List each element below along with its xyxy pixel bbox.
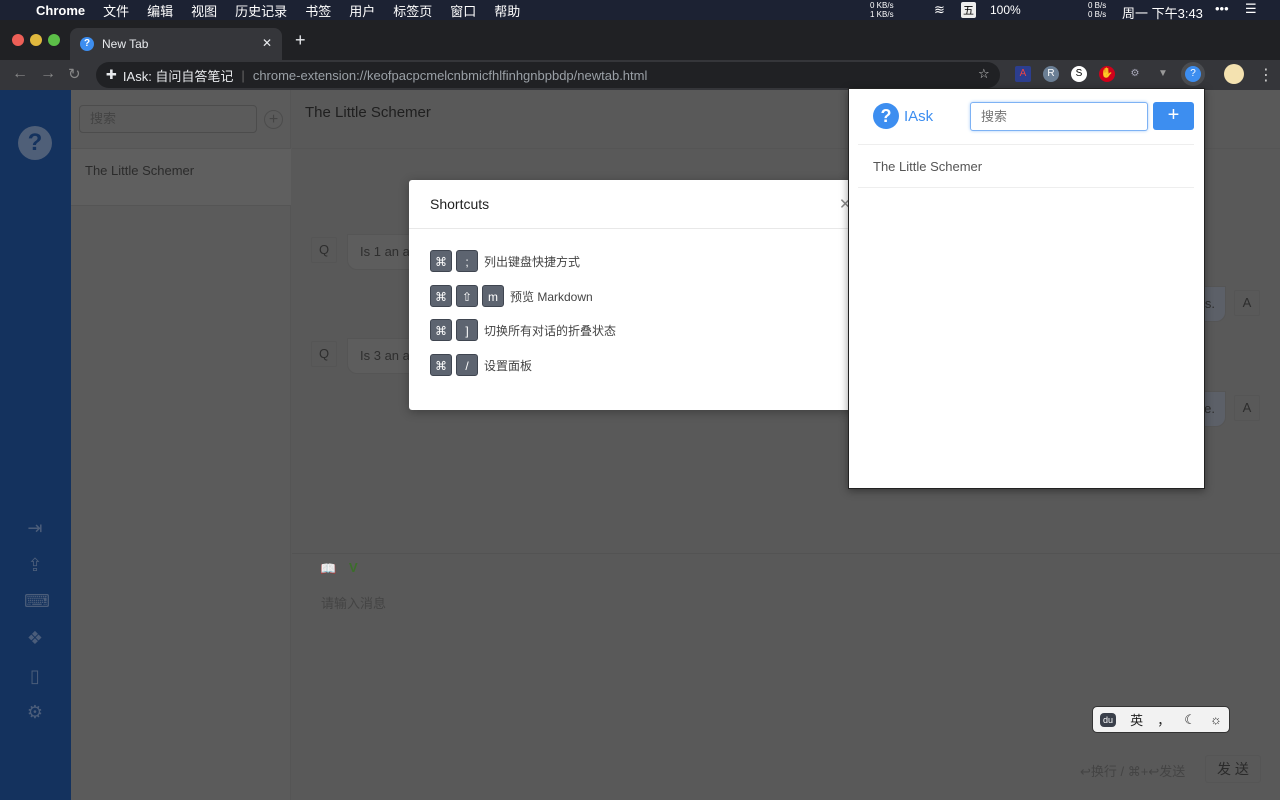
page-title: The Little Schemer <box>305 104 431 121</box>
answer-badge: A <box>1234 395 1260 421</box>
extension-r-icon[interactable]: R <box>1043 66 1059 82</box>
shortcut-row: ⌘ / 设置面板 <box>430 354 532 376</box>
menu-window[interactable]: 窗口 <box>450 1 476 20</box>
iask-favicon-icon: ? <box>80 37 94 51</box>
menu-history[interactable]: 历史记录 <box>235 1 287 20</box>
markdown-file-icon[interactable]: ▯ <box>24 666 46 688</box>
dropbox-icon[interactable]: ❖ <box>24 628 46 650</box>
vim-icon[interactable]: V <box>349 560 358 575</box>
keyboard-icon[interactable]: ⌨ <box>24 591 50 613</box>
menu-file[interactable]: 文件 <box>103 1 129 20</box>
menu-bookmarks[interactable]: 书签 <box>305 1 331 20</box>
ime-language-toggle[interactable]: 英 <box>1130 710 1143 729</box>
notification-center-icon[interactable]: ☰ <box>1245 1 1257 17</box>
extension-s-icon[interactable]: S <box>1071 66 1087 82</box>
close-tab-icon[interactable]: ✕ <box>262 36 272 50</box>
disk-speed: 0 B/s 0 B/s <box>1088 1 1107 19</box>
net-speed: 0 KB/s 1 KB/s <box>870 1 894 19</box>
extension-a-icon[interactable]: A <box>1015 66 1031 82</box>
ime-settings-icon[interactable]: ☼ <box>1210 712 1222 727</box>
extension-v-icon[interactable]: ▼ <box>1155 66 1171 82</box>
menu-edit[interactable]: 编辑 <box>147 1 173 20</box>
logout-icon[interactable]: ⇥ <box>24 518 46 540</box>
popup-search-input[interactable] <box>970 102 1148 131</box>
reload-icon[interactable]: ↻ <box>68 65 81 83</box>
extension-gear-icon[interactable]: ⚙ <box>1127 66 1143 82</box>
menu-user[interactable]: 用户 <box>349 1 375 20</box>
browser-toolbar: ← → ↻ ✚ IAsk: 自问自答笔记 | chrome-extension:… <box>0 60 1280 90</box>
tab-title: New Tab <box>102 37 149 51</box>
shortcut-row: ⌘; 列出键盘快捷方式 <box>430 250 580 272</box>
macos-menubar: Chrome 文件 编辑 视图 历史记录 书签 用户 标签页 窗口 帮助 0 K… <box>0 0 1280 21</box>
wifi-icon[interactable]: ≋ <box>934 2 945 18</box>
back-icon[interactable]: ← <box>12 65 28 83</box>
menu-help[interactable]: 帮助 <box>494 1 520 20</box>
extension-popup: ? IAsk + The Little Schemer <box>848 88 1205 489</box>
url-text: chrome-extension://keofpacpcmelcnbmicfhl… <box>252 67 648 83</box>
menu-tabs[interactable]: 标签页 <box>393 1 432 20</box>
ime-night-mode-icon[interactable]: ☾ <box>1184 712 1196 728</box>
bookmark-star-icon[interactable]: ☆ <box>978 66 990 82</box>
question-badge: Q <box>311 237 337 263</box>
new-tab-button[interactable]: + <box>295 30 306 51</box>
notebook-list-panel: 搜索 + The Little Schemer <box>71 90 291 800</box>
iask-logo-icon: ? <box>18 126 52 160</box>
site-label: IAsk: 自问自答笔记 <box>122 68 234 84</box>
iask-logo-icon: ? <box>873 103 899 129</box>
battery-percent[interactable]: 100% <box>990 3 1021 17</box>
tab-new-tab[interactable]: ? New Tab ✕ <box>70 28 282 60</box>
ime-toolbar: du 英 ， ☾ ☼ <box>1092 706 1230 733</box>
list-search-input[interactable]: 搜索 <box>79 105 257 133</box>
extension-iask-icon[interactable]: ? <box>1185 66 1201 82</box>
profile-avatar[interactable] <box>1224 64 1244 84</box>
modal-title: Shortcuts <box>430 196 490 212</box>
app-sidebar: ? ⇥ ⇪ ⌨ ❖ ▯ ⚙ <box>0 90 71 800</box>
ime-punctuation-toggle[interactable]: ， <box>1157 710 1170 729</box>
popup-brand: IAsk <box>904 108 934 125</box>
shortcut-row: ⌘] 切换所有对话的折叠状态 <box>430 319 616 341</box>
send-hint: ↩换行 / ⌘+↩发送 <box>1080 764 1186 779</box>
forward-icon[interactable]: → <box>40 65 56 83</box>
message-input[interactable]: 请输入消息 <box>321 593 386 612</box>
send-button[interactable]: 发 送 <box>1205 755 1261 783</box>
add-notebook-button[interactable]: + <box>264 110 283 129</box>
baidu-ime-logo-icon[interactable]: du <box>1100 712 1117 727</box>
question-badge: Q <box>311 341 337 367</box>
close-window-button[interactable] <box>12 34 24 46</box>
list-item[interactable]: The Little Schemer <box>71 148 291 206</box>
shortcuts-modal: Shortcuts ✕ ⌘; 列出键盘快捷方式 ⌘ ⇧ m 预览 Markdown ⌘]… <box>409 180 869 410</box>
more-icon[interactable]: ••• <box>1215 1 1229 16</box>
extension-stop-icon[interactable]: ✋ <box>1099 66 1115 82</box>
popup-list-item[interactable]: The Little Schemer <box>858 145 1194 188</box>
popup-add-button[interactable]: + <box>1153 102 1194 130</box>
shortcut-row: ⌘ ⇧ m 预览 Markdown <box>430 285 593 307</box>
chrome-menu-icon[interactable]: ⋮ <box>1258 65 1274 85</box>
minimize-window-button[interactable] <box>30 34 42 46</box>
settings-icon[interactable]: ⚙ <box>24 702 46 724</box>
address-bar[interactable]: ✚ IAsk: 自问自答笔记 | chrome-extension://keof… <box>96 62 1000 88</box>
menu-view[interactable]: 视图 <box>191 1 217 20</box>
input-method[interactable]: 五 <box>961 2 976 18</box>
book-preview-icon[interactable]: 📖 <box>320 561 336 577</box>
menu-app[interactable]: Chrome <box>36 3 85 18</box>
upload-icon[interactable]: ⇪ <box>24 555 46 577</box>
extension-puzzle-icon: ✚ <box>106 67 117 82</box>
zoom-window-button[interactable] <box>48 34 60 46</box>
answer-badge: A <box>1234 290 1260 316</box>
tab-strip: ? New Tab ✕ + <box>0 20 1280 60</box>
